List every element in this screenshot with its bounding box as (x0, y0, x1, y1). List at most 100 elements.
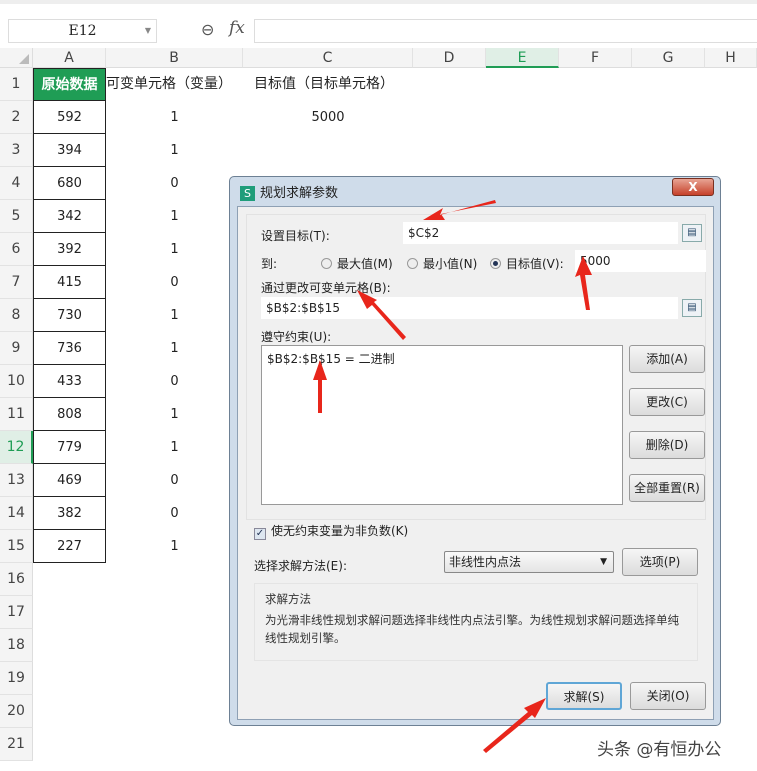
row-header-6[interactable]: 6 (0, 233, 33, 266)
cell-B10[interactable]: 0 (106, 365, 243, 398)
magnify-icon[interactable]: ⊖ (201, 20, 214, 39)
cell-A13[interactable]: 469 (33, 464, 106, 497)
cell-A14[interactable]: 382 (33, 497, 106, 530)
set-objective-input[interactable]: $C$2 (403, 222, 678, 244)
fx-icon[interactable]: fx (229, 18, 245, 38)
cell-B3[interactable]: 1 (106, 134, 243, 167)
desc-text: 为光滑非线性规划求解问题选择非线性内点法引擎。为线性规划求解问题选择单纯线性规划… (265, 613, 679, 645)
radio-min-label: 最小值(N) (423, 257, 478, 271)
check-icon: ✓ (254, 528, 266, 540)
select-all-corner[interactable] (0, 48, 33, 68)
column-header-E[interactable]: E (486, 48, 559, 68)
column-header-G[interactable]: G (632, 48, 705, 68)
method-description: 求解方法 为光滑非线性规划求解问题选择非线性内点法引擎。为线性规划求解问题选择单… (254, 583, 698, 661)
cell-B12[interactable]: 1 (106, 431, 243, 464)
cell-A4[interactable]: 680 (33, 167, 106, 200)
add-button[interactable]: 添加(A) (629, 345, 705, 373)
cell-B9[interactable]: 1 (106, 332, 243, 365)
row-header-1[interactable]: 1 (0, 68, 33, 101)
cell-A15[interactable]: 227 (33, 530, 106, 563)
dropdown-arrow-icon: ▼ (600, 557, 607, 567)
row-header-10[interactable]: 10 (0, 365, 33, 398)
row-header-13[interactable]: 13 (0, 464, 33, 497)
cell-A3[interactable]: 394 (33, 134, 106, 167)
row-header-3[interactable]: 3 (0, 134, 33, 167)
cell-A10[interactable]: 433 (33, 365, 106, 398)
cell-B15[interactable]: 1 (106, 530, 243, 563)
chevron-down-icon[interactable]: ▼ (145, 20, 151, 42)
cell-A1[interactable]: 原始数据 (33, 68, 106, 101)
close-button[interactable]: 关闭(O) (630, 682, 706, 710)
name-box[interactable]: E12 ▼ (8, 19, 157, 43)
cell-B1[interactable]: 可变单元格（变量） (106, 68, 243, 101)
row-header-19[interactable]: 19 (0, 662, 33, 695)
cell-A8[interactable]: 730 (33, 299, 106, 332)
cell-B8[interactable]: 1 (106, 299, 243, 332)
cell-B14[interactable]: 0 (106, 497, 243, 530)
options-button[interactable]: 选项(P) (622, 548, 698, 576)
target-value-input[interactable]: 5000 (575, 250, 706, 272)
column-header-H[interactable]: H (705, 48, 757, 68)
range-picker-icon[interactable]: ▤ (682, 224, 702, 242)
name-box-value: E12 (68, 23, 97, 39)
dialog-body: 设置目标(T): $C$2 ▤ 到: 最大值(M) 最小值(N) 目标值(V):… (237, 206, 714, 720)
row-header-11[interactable]: 11 (0, 398, 33, 431)
row-header-4[interactable]: 4 (0, 167, 33, 200)
nonneg-checkbox[interactable]: ✓ 使无约束变量为非负数(K) (254, 522, 408, 540)
row-header-15[interactable]: 15 (0, 530, 33, 563)
close-icon[interactable]: X (672, 178, 714, 196)
cell-A12[interactable]: 779 (33, 431, 106, 464)
cell-A7[interactable]: 415 (33, 266, 106, 299)
row-header-14[interactable]: 14 (0, 497, 33, 530)
changing-cells-input[interactable]: $B$2:$B$15 (261, 297, 678, 319)
constraints-list[interactable]: $B$2:$B$15 = 二进制 (261, 345, 623, 505)
column-header-C[interactable]: C (243, 48, 413, 68)
row-header-16[interactable]: 16 (0, 563, 33, 596)
cell-A11[interactable]: 808 (33, 398, 106, 431)
row-header-2[interactable]: 2 (0, 101, 33, 134)
row-header-12[interactable]: 12 (0, 431, 33, 464)
cell-A5[interactable]: 342 (33, 200, 106, 233)
range-picker-icon[interactable]: ▤ (682, 299, 702, 317)
solver-dialog: S 规划求解参数 X 设置目标(T): $C$2 ▤ 到: 最大值(M) 最小值(… (229, 176, 721, 726)
delete-button[interactable]: 删除(D) (629, 431, 705, 459)
cell-B4[interactable]: 0 (106, 167, 243, 200)
cell-B5[interactable]: 1 (106, 200, 243, 233)
row-header-9[interactable]: 9 (0, 332, 33, 365)
reset-all-button[interactable]: 全部重置(R) (629, 474, 705, 502)
column-header-B[interactable]: B (106, 48, 243, 68)
radio-max[interactable]: 最大值(M) (321, 255, 393, 272)
cell-C2[interactable]: 5000 (243, 101, 413, 134)
cell-B2[interactable]: 1 (106, 101, 243, 134)
radio-value-label: 目标值(V): (506, 257, 564, 271)
cell-B7[interactable]: 0 (106, 266, 243, 299)
radio-min[interactable]: 最小值(N) (407, 255, 477, 272)
cell-B11[interactable]: 1 (106, 398, 243, 431)
cell-B13[interactable]: 0 (106, 464, 243, 497)
to-label: 到: (261, 257, 278, 271)
solve-button[interactable]: 求解(S) (546, 682, 622, 710)
formula-input[interactable] (254, 19, 757, 43)
row-header-20[interactable]: 20 (0, 695, 33, 728)
dialog-title: S 规划求解参数 (240, 182, 338, 201)
constraint-item[interactable]: $B$2:$B$15 = 二进制 (267, 350, 617, 367)
cell-C3[interactable] (243, 134, 413, 167)
row-header-5[interactable]: 5 (0, 200, 33, 233)
row-header-7[interactable]: 7 (0, 266, 33, 299)
row-header-21[interactable]: 21 (0, 728, 33, 761)
cell-A9[interactable]: 736 (33, 332, 106, 365)
radio-value[interactable]: 目标值(V): (490, 255, 564, 272)
method-select[interactable]: 非线性内点法 ▼ (444, 551, 614, 573)
cell-C1[interactable]: 目标值（目标单元格） (254, 68, 424, 101)
cell-A2[interactable]: 592 (33, 101, 106, 134)
cell-A6[interactable]: 392 (33, 233, 106, 266)
change-button[interactable]: 更改(C) (629, 388, 705, 416)
column-header-F[interactable]: F (559, 48, 632, 68)
column-header-D[interactable]: D (413, 48, 486, 68)
nonneg-label: 使无约束变量为非负数(K) (271, 524, 409, 538)
column-header-A[interactable]: A (33, 48, 106, 68)
cell-B6[interactable]: 1 (106, 233, 243, 266)
row-header-18[interactable]: 18 (0, 629, 33, 662)
row-header-8[interactable]: 8 (0, 299, 33, 332)
row-header-17[interactable]: 17 (0, 596, 33, 629)
